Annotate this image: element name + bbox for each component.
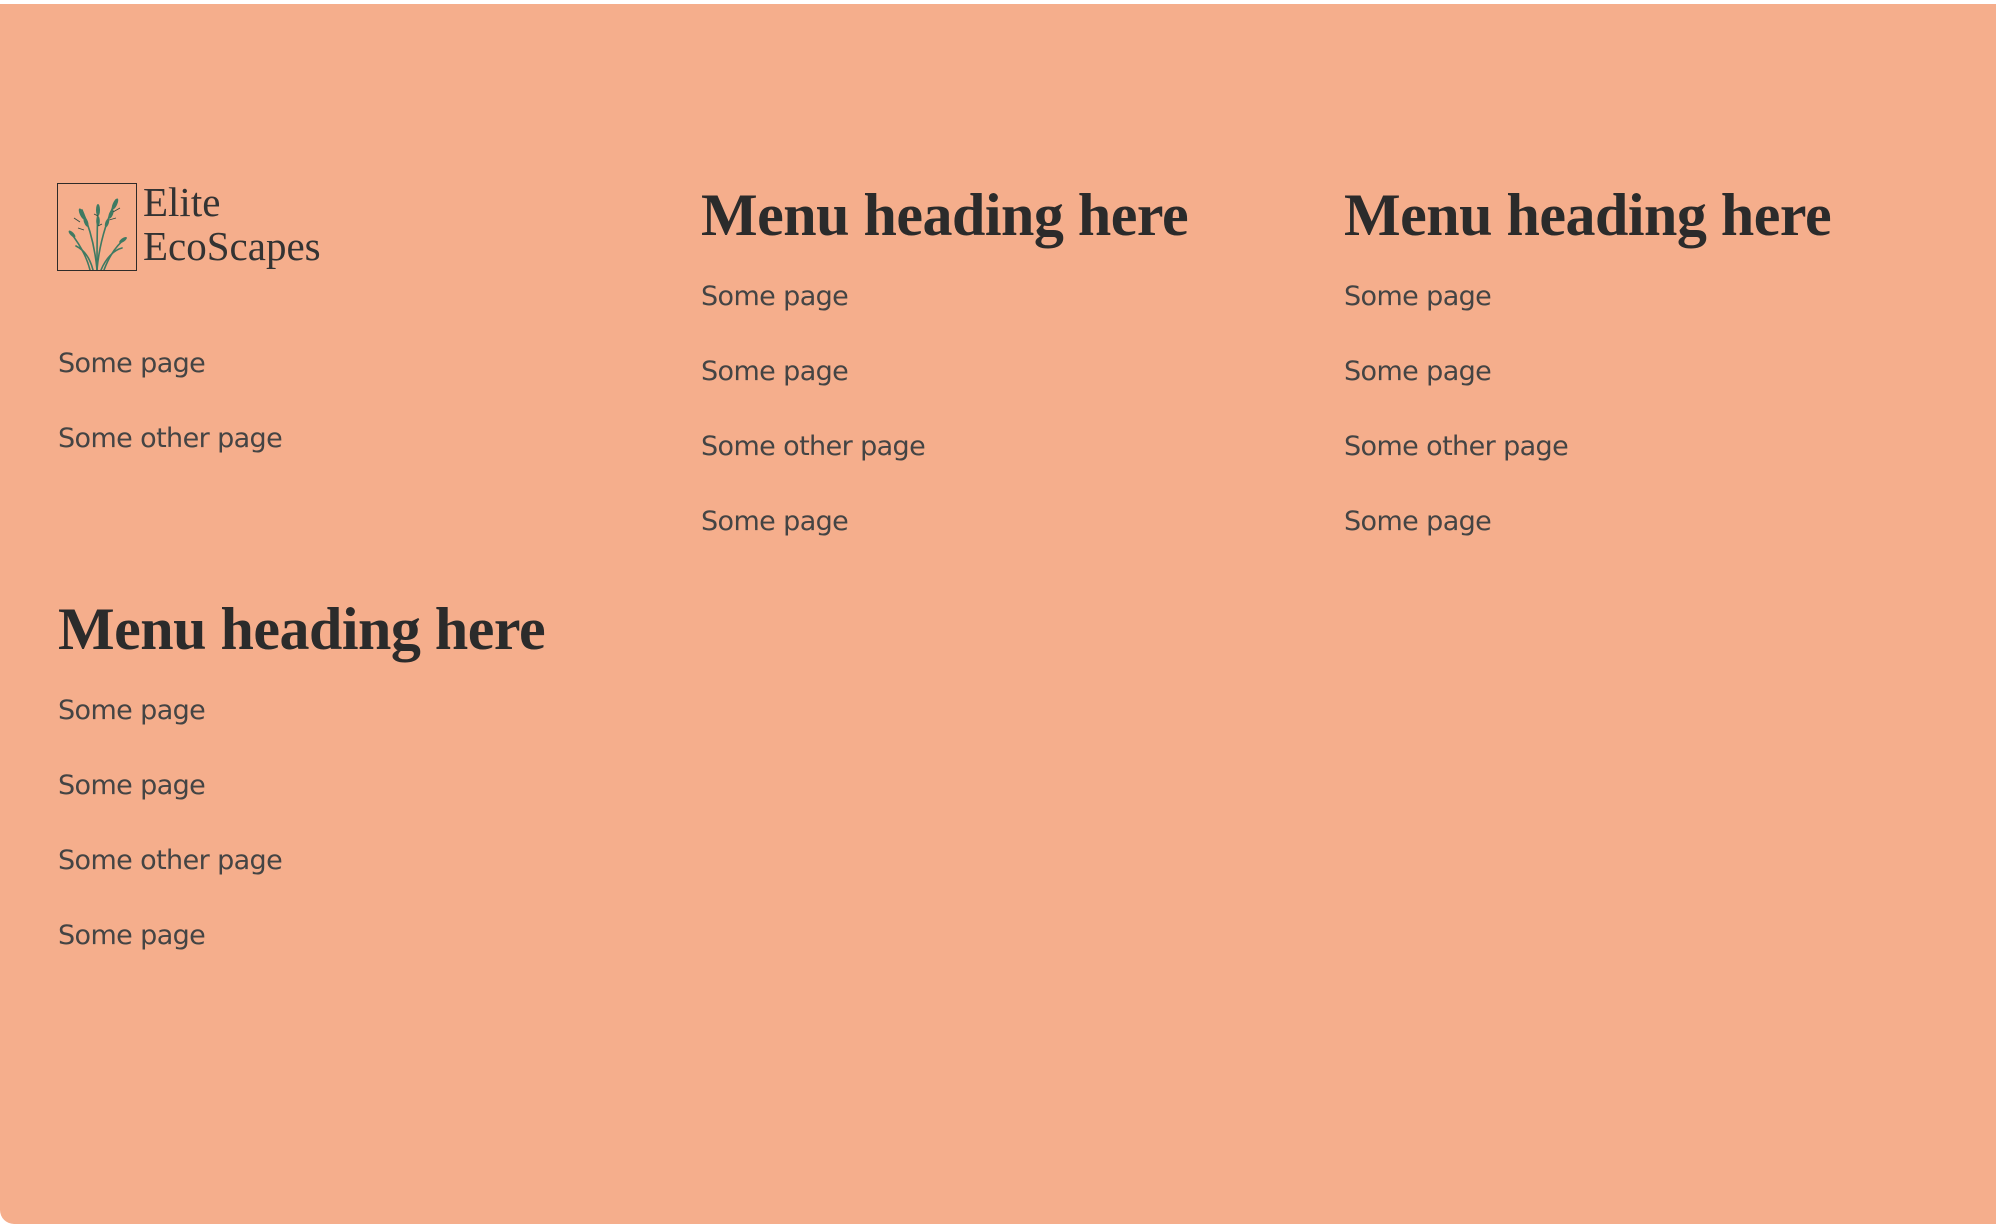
list-item: Some page	[1344, 484, 1831, 559]
footer-link[interactable]: Some page	[701, 259, 1188, 334]
menu-column-3: Menu heading here Some page Some page So…	[58, 594, 546, 973]
brand-name-line-1: Elite	[143, 179, 221, 225]
menu-column-1: Menu heading here Some page Some page So…	[701, 180, 1189, 559]
footer-link[interactable]: Some other page	[58, 823, 545, 898]
menu-heading: Menu heading here	[1344, 182, 1832, 248]
menu-links-list: Some page Some page Some other page Some…	[1344, 259, 1831, 559]
brand-name-line-2: EcoScapes	[143, 223, 321, 269]
footer-link[interactable]: Some page	[58, 673, 545, 748]
brand-links-list: Some page Some other page	[58, 326, 283, 476]
list-item: Some other page	[701, 409, 1188, 484]
footer-link[interactable]: Some page	[1344, 259, 1831, 334]
list-item: Some page	[58, 673, 545, 748]
brand-name: Elite EcoScapes	[143, 180, 321, 268]
footer-link[interactable]: Some page	[1344, 484, 1831, 559]
list-item: Some page	[1344, 334, 1831, 409]
list-item: Some page	[701, 259, 1188, 334]
brand-links-column: Some page Some other page	[58, 326, 283, 476]
footer-link[interactable]: Some page	[701, 484, 1188, 559]
footer-link[interactable]: Some page	[701, 334, 1188, 409]
footer-link[interactable]: Some page	[58, 748, 545, 823]
footer-link[interactable]: Some other page	[58, 401, 283, 476]
list-item: Some other page	[58, 401, 283, 476]
brand-logo-link[interactable]: Elite EcoScapes	[57, 180, 321, 271]
list-item: Some page	[58, 748, 545, 823]
footer-link[interactable]: Some page	[1344, 334, 1831, 409]
footer-panel: Elite EcoScapes Some page Some other pag…	[0, 4, 1996, 1224]
footer-link[interactable]: Some page	[58, 326, 282, 401]
reed-grass-icon	[57, 183, 137, 271]
list-item: Some page	[1344, 259, 1831, 334]
footer-link[interactable]: Some other page	[1344, 409, 1831, 484]
menu-heading: Menu heading here	[58, 596, 546, 662]
list-item: Some page	[701, 484, 1188, 559]
menu-links-list: Some page Some page Some other page Some…	[701, 259, 1188, 559]
list-item: Some page	[58, 898, 545, 973]
menu-heading: Menu heading here	[701, 182, 1189, 248]
list-item: Some page	[58, 326, 282, 401]
menu-column-2: Menu heading here Some page Some page So…	[1344, 180, 1832, 559]
footer-link[interactable]: Some other page	[701, 409, 1188, 484]
menu-links-list: Some page Some page Some other page Some…	[58, 673, 545, 973]
list-item: Some other page	[58, 823, 545, 898]
list-item: Some other page	[1344, 409, 1831, 484]
list-item: Some page	[701, 334, 1188, 409]
footer-link[interactable]: Some page	[58, 898, 545, 973]
